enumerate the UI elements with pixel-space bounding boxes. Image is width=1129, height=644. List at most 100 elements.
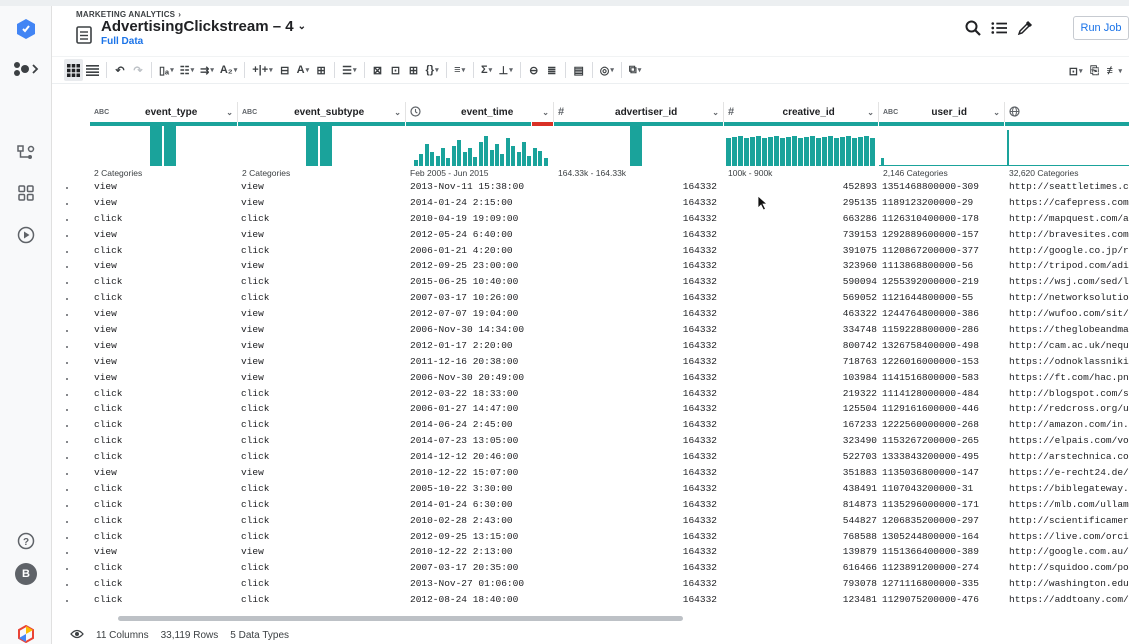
table-cell[interactable]: 569052 — [727, 292, 877, 303]
table-row[interactable]: click click 2014-12-12 20:46:00 164332 52270… — [52, 450, 1129, 466]
table-cell[interactable]: 1107043200000-31 — [882, 483, 1004, 494]
column-histogram[interactable] — [879, 126, 1005, 166]
table-cell[interactable]: 2012-08-24 18:40:00 — [410, 594, 550, 605]
rename-icon[interactable]: ▯ₐ ▾ — [156, 59, 177, 81]
list-icon[interactable] — [991, 20, 1007, 36]
histogram-bar[interactable] — [306, 126, 318, 166]
transform-icon[interactable]: ⎘ — [1085, 60, 1103, 82]
lineage-icon[interactable] — [0, 136, 52, 170]
table-cell[interactable]: 2005-10-22 3:30:00 — [410, 483, 550, 494]
table-cell[interactable]: 768588 — [727, 531, 877, 542]
table-cell[interactable]: click — [241, 403, 381, 414]
table-row[interactable]: click click 2014-06-24 2:45:00 164332 167233… — [52, 418, 1129, 434]
histogram-bar[interactable] — [495, 144, 499, 166]
histogram-bar[interactable] — [630, 126, 642, 166]
table-cell[interactable]: click — [94, 403, 224, 414]
histogram-bar[interactable] — [414, 160, 418, 166]
merge-icon[interactable]: ⇉ ▾ — [197, 59, 217, 81]
lookup-icon[interactable]: ≣ — [543, 59, 561, 81]
table-row[interactable]: view view 2006-Nov-30 14:34:00 164332 334748… — [52, 323, 1129, 339]
column-header[interactable]: ABC user_id ⌄ — [879, 102, 1005, 122]
table-cell[interactable]: 2012-09-25 13:15:00 — [410, 531, 550, 542]
column-histogram[interactable] — [406, 126, 554, 166]
table-cell[interactable]: 2010-02-28 2:43:00 — [410, 515, 550, 526]
table-cell[interactable]: https://theglobeandma — [1009, 324, 1129, 335]
eyedropper-icon[interactable] — [1017, 20, 1033, 36]
table-cell[interactable]: 351883 — [727, 467, 877, 478]
table-cell[interactable]: view — [241, 197, 381, 208]
table-cell[interactable]: click — [94, 419, 224, 430]
histogram-bar[interactable] — [1007, 130, 1009, 166]
table-row[interactable]: view view 2006-Nov-30 20:49:00 164332 103984… — [52, 371, 1129, 387]
histogram-bar[interactable] — [726, 138, 731, 166]
chevron-down-icon[interactable]: ⌄ — [867, 108, 874, 117]
table-cell[interactable]: 1123891200000-274 — [882, 562, 1004, 573]
table-cell[interactable]: 2010-04-19 19:09:00 — [410, 213, 550, 224]
table-cell[interactable]: 164332 — [557, 229, 717, 240]
column-histogram[interactable] — [724, 126, 879, 166]
table-cell[interactable]: click — [94, 435, 224, 446]
table-cell[interactable]: click — [94, 388, 224, 399]
table-cell[interactable]: 663286 — [727, 213, 877, 224]
table-cell[interactable]: click — [94, 292, 224, 303]
chevron-down-icon[interactable]: ⌄ — [394, 108, 401, 117]
table-cell[interactable]: click — [241, 419, 381, 430]
table-cell[interactable]: 522703 — [727, 451, 877, 462]
histogram-bar[interactable] — [834, 138, 839, 166]
split-icon[interactable]: +|+ ▾ — [249, 59, 275, 81]
table-row[interactable]: view view 2012-01-17 2:20:00 164332 800742 13… — [52, 339, 1129, 355]
table-cell[interactable]: https://wsj.com/sed/l — [1009, 276, 1129, 287]
table-cell[interactable]: 1113868800000-56 — [882, 260, 1004, 271]
table-cell[interactable]: 164332 — [557, 515, 717, 526]
table-cell[interactable]: view — [94, 340, 224, 351]
column-histogram[interactable] — [1005, 126, 1129, 166]
help-icon[interactable]: ? — [0, 524, 52, 558]
table-cell[interactable]: 1129075200000-476 — [882, 594, 1004, 605]
histogram-bar[interactable] — [792, 136, 797, 166]
histogram-bar[interactable] — [430, 152, 435, 166]
histogram-bar[interactable] — [320, 126, 332, 166]
table-cell[interactable]: 1153267200000-265 — [882, 435, 1004, 446]
histogram-bar[interactable] — [822, 137, 827, 166]
table-row[interactable]: click click 2014-01-24 6:30:00 164332 814873… — [52, 498, 1129, 514]
eye-icon[interactable] — [70, 629, 84, 642]
table-row[interactable]: click click 2010-04-19 19:09:00 164332 66328… — [52, 212, 1129, 228]
table-cell[interactable]: 125504 — [727, 403, 877, 414]
table-cell[interactable]: view — [94, 546, 224, 557]
histogram-bar[interactable] — [810, 136, 815, 166]
table-cell[interactable]: 164332 — [557, 403, 717, 414]
column-histogram[interactable] — [238, 126, 406, 166]
histogram-bar[interactable] — [780, 138, 785, 166]
table-cell[interactable]: http://squidoo.com/po — [1009, 562, 1129, 573]
table-cell[interactable]: 164332 — [557, 372, 717, 383]
table-cell[interactable]: https://biblegateway. — [1009, 483, 1129, 494]
histogram-bar[interactable] — [457, 140, 462, 166]
columns-icon[interactable]: ⊟ — [276, 59, 294, 81]
table-cell[interactable]: 2006-01-27 14:47:00 — [410, 403, 550, 414]
histogram-bar[interactable] — [786, 137, 791, 166]
user-avatar[interactable]: B — [0, 557, 52, 591]
table-cell[interactable]: view — [94, 308, 224, 319]
table-cell[interactable]: click — [241, 245, 381, 256]
table-cell[interactable]: 1244764800000-386 — [882, 308, 1004, 319]
table-cell[interactable]: view — [94, 324, 224, 335]
histogram-bar[interactable] — [522, 142, 526, 166]
table-cell[interactable]: http://tripod.com/adi — [1009, 260, 1129, 271]
column-header[interactable]: event_time ⌄ — [406, 102, 554, 122]
histogram-bar[interactable] — [744, 138, 749, 166]
comment-icon[interactable]: ▤ — [570, 59, 588, 81]
table-cell[interactable]: https://elpais.com/vo — [1009, 435, 1129, 446]
table-cell[interactable]: 1135296000000-171 — [882, 499, 1004, 510]
table-cell[interactable]: 1120867200000-377 — [882, 245, 1004, 256]
table-cell[interactable]: http://cam.ac.uk/nequ — [1009, 340, 1129, 351]
format-icon[interactable]: ⊞ — [312, 59, 330, 81]
table-cell[interactable]: 164332 — [557, 245, 717, 256]
run-job-button[interactable]: Run Job — [1073, 16, 1129, 40]
table-cell[interactable]: https://ft.com/hac.pn — [1009, 372, 1129, 383]
table-cell[interactable]: 167233 — [727, 419, 877, 430]
table-cell[interactable]: 2014-01-24 6:30:00 — [410, 499, 550, 510]
table-cell[interactable]: https://e-recht24.de/ — [1009, 467, 1129, 478]
table-cell[interactable]: click — [241, 292, 381, 303]
table-row[interactable]: click click 2010-02-28 2:43:00 164332 544827… — [52, 514, 1129, 530]
table-cell[interactable]: 391075 — [727, 245, 877, 256]
